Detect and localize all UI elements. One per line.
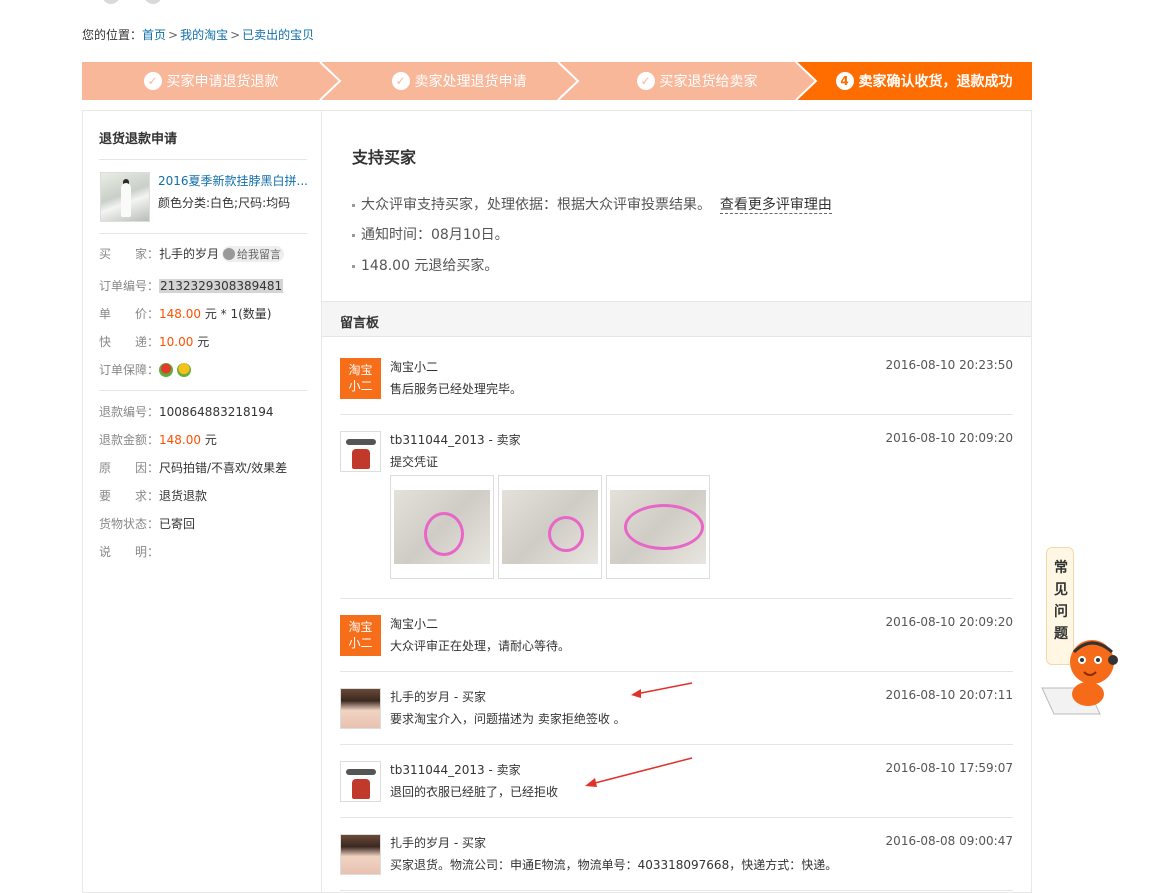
check-icon: ✓ bbox=[391, 72, 410, 90]
evidence-photo[interactable] bbox=[498, 475, 602, 579]
message-item: 淘宝 小二 淘宝小二 2016-08-10 20:09:20 大众评审正在处理，请… bbox=[340, 615, 1013, 672]
refund-request: 退货退款 bbox=[159, 489, 208, 503]
message-item: 淘宝 小二 淘宝小二 2016-08-10 20:23:50 售后服务已经处理完毕… bbox=[340, 358, 1013, 415]
step-number-icon: 4 bbox=[835, 72, 854, 90]
refund-amount: 148.00 bbox=[159, 432, 201, 447]
refund-no: 100864883218194 bbox=[159, 404, 274, 419]
avatar bbox=[340, 761, 381, 802]
message-time: 2016-08-10 20:23:50 bbox=[885, 358, 1013, 372]
message-text: 提交凭证 bbox=[390, 455, 439, 469]
message-time: 2016-08-08 09:00:47 bbox=[885, 834, 1013, 848]
step-1: ✓ 买家申请退货退款 bbox=[82, 62, 340, 100]
result-title: 支持买家 bbox=[352, 148, 417, 167]
step-2: ✓ 卖家处理退货申请 bbox=[340, 62, 578, 100]
faq-char: 见 bbox=[1054, 582, 1068, 598]
step-4: 4 卖家确认收货，退款成功 bbox=[816, 62, 1032, 100]
panel-title: 退货退款申请 bbox=[99, 132, 178, 147]
buyer-name: 扎手的岁月 bbox=[159, 247, 220, 261]
message-text: 退回的衣服已经脏了，已经拒收 bbox=[390, 785, 559, 799]
evidence-photo[interactable] bbox=[606, 475, 710, 579]
message-author: 扎手的岁月 - 买家 bbox=[390, 690, 486, 704]
message-text: 售后服务已经处理完毕。 bbox=[390, 382, 523, 396]
annotation-arrow bbox=[631, 682, 693, 698]
message-time: 2016-08-10 17:59:07 bbox=[885, 761, 1013, 775]
faq-char: 常 bbox=[1054, 560, 1068, 576]
breadcrumb: 您的位置：首页 > 我的淘宝 > 已卖出的宝贝 bbox=[82, 28, 315, 42]
mascot-icon[interactable] bbox=[1040, 630, 1120, 720]
result-line-3: 148.00 元退给买家。 bbox=[352, 255, 498, 275]
avatar: 淘宝 小二 bbox=[340, 358, 381, 399]
product-spec: 颜色分类:白色;尺码:均码 bbox=[158, 196, 291, 210]
message-text: 要求淘宝介入，问题描述为 卖家拒绝签收 。 bbox=[390, 712, 626, 726]
avatar bbox=[340, 431, 381, 472]
avatar bbox=[340, 834, 381, 875]
divider bbox=[99, 390, 307, 391]
message-time: 2016-08-10 20:09:20 bbox=[885, 615, 1013, 629]
divider bbox=[99, 159, 307, 160]
message-board-header: 留言板 bbox=[322, 301, 1031, 337]
message-author: 淘宝小二 bbox=[390, 617, 439, 631]
goods-status-row: 货物状态： 已寄回 bbox=[99, 517, 196, 531]
progress-steps: ✓ 买家申请退货退款 ✓ 卖家处理退货申请 ✓ 买家退货给卖家 4 卖家确认收货，退款成… bbox=[82, 62, 1032, 100]
avatar bbox=[340, 688, 381, 729]
check-icon: ✓ bbox=[636, 72, 655, 90]
request-row: 要 求： 退货退款 bbox=[99, 489, 208, 503]
step-3: ✓ 买家退货给卖家 bbox=[578, 62, 816, 100]
guarantee-row: 订单保障： bbox=[99, 361, 191, 378]
message-author: 淘宝小二 bbox=[390, 360, 439, 374]
leave-message-button[interactable]: 给我留言 bbox=[222, 245, 285, 262]
message-text: 大众评审正在处理，请耐心等待。 bbox=[390, 639, 571, 653]
chat-icon bbox=[223, 247, 236, 260]
guarantee-badge-icon[interactable] bbox=[177, 362, 191, 377]
product-title-link[interactable]: 2016夏季新款挂脖黑白拼... bbox=[158, 172, 308, 189]
refund-reason: 尺码拍错/不喜欢/效果差 bbox=[159, 461, 288, 475]
annotation-arrow bbox=[585, 757, 693, 787]
message-text: 买家退货。物流公司：申通E物流，物流单号：403318097668，快递方式：快… bbox=[390, 858, 838, 872]
order-no-row: 订单编号： 2132329308389481 bbox=[99, 278, 284, 293]
breadcrumb-mytaobao-link[interactable]: 我的淘宝 bbox=[180, 28, 228, 42]
refund-no-row: 退款编号： 100864883218194 bbox=[99, 404, 274, 420]
shipping-row: 快 递： 10.00 元 bbox=[99, 334, 210, 350]
refund-amount-row: 退款金额： 148.00 元 bbox=[99, 432, 217, 448]
message-author: tb311044_2013 - 卖家 bbox=[390, 433, 521, 447]
faq-char: 问 bbox=[1054, 604, 1068, 620]
result-line-1: 大众评审支持买家，处理依据：根据大众评审投票结果。 查看更多评审理由 bbox=[352, 194, 832, 214]
unit-price-row: 单 价： 148.00 元 * 1(数量) bbox=[99, 306, 272, 322]
message-author: tb311044_2013 - 卖家 bbox=[390, 763, 521, 777]
more-reasons-link[interactable]: 查看更多评审理由 bbox=[719, 197, 832, 214]
order-no: 2132329308389481 bbox=[159, 278, 284, 293]
message-author: 扎手的岁月 - 买家 bbox=[390, 836, 486, 850]
avatar: 淘宝 小二 bbox=[340, 615, 381, 656]
guarantee-badge-icon[interactable] bbox=[159, 362, 173, 377]
check-icon: ✓ bbox=[143, 72, 162, 90]
breadcrumb-sold-items-link[interactable]: 已卖出的宝贝 bbox=[242, 28, 314, 42]
product-thumbnail[interactable] bbox=[100, 172, 150, 222]
top-remnant bbox=[82, 0, 242, 6]
refund-info-panel: 退货退款申请 2016夏季新款挂脖黑白拼... 颜色分类:白色;尺码:均码 买 … bbox=[82, 110, 322, 893]
buyer-row: 买 家： 扎手的岁月 给我留言 bbox=[99, 245, 285, 262]
breadcrumb-prefix: 您的位置： bbox=[82, 28, 143, 42]
message-time: 2016-08-10 20:09:20 bbox=[885, 431, 1013, 445]
divider bbox=[99, 233, 307, 234]
evidence-photo[interactable] bbox=[390, 475, 494, 579]
unit-price: 148.00 bbox=[159, 306, 201, 321]
goods-status: 已寄回 bbox=[159, 517, 196, 531]
shipping-fee: 10.00 bbox=[159, 334, 194, 349]
message-time: 2016-08-10 20:07:11 bbox=[885, 688, 1013, 702]
breadcrumb-home-link[interactable]: 首页 bbox=[142, 28, 166, 42]
description-row: 说 明： bbox=[99, 545, 160, 559]
message-item: 扎手的岁月 - 买家 2016-08-08 09:00:47 买家退货。物流公司… bbox=[340, 834, 1013, 891]
result-line-2: 通知时间：08月10日。 bbox=[352, 224, 509, 244]
reason-row: 原 因： 尺码拍错/不喜欢/效果差 bbox=[99, 461, 288, 475]
